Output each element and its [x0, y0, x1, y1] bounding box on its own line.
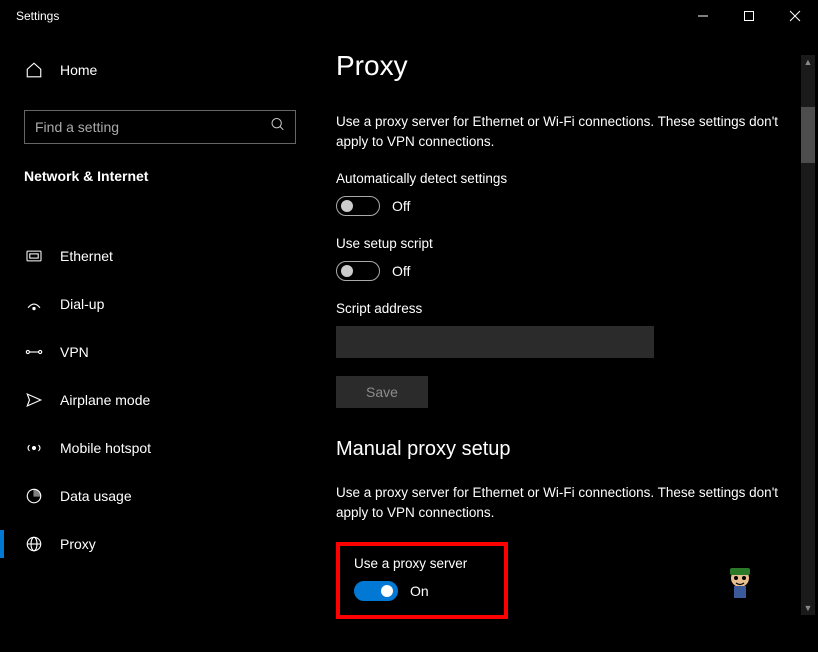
sidebar: Home Network & Internet Ethernet Dial-up [0, 32, 320, 652]
sidebar-item-label: Proxy [60, 536, 96, 552]
use-proxy-state: On [410, 583, 429, 599]
auto-detect-label: Automatically detect settings [336, 171, 784, 186]
auto-detect-state: Off [392, 198, 410, 214]
search-icon [270, 117, 286, 138]
sidebar-item-label: Data usage [60, 488, 132, 504]
scrollbar[interactable]: ▲ ▼ [801, 55, 815, 615]
sidebar-item-proxy[interactable]: Proxy [0, 520, 320, 568]
proxy-icon [24, 534, 44, 554]
sidebar-item-vpn[interactable]: VPN [0, 328, 320, 376]
sidebar-item-dialup[interactable]: Dial-up [0, 280, 320, 328]
minimize-button[interactable] [680, 0, 726, 32]
highlight-annotation: Use a proxy server On [336, 542, 508, 619]
datausage-icon [24, 486, 44, 506]
sidebar-item-airplane[interactable]: Airplane mode [0, 376, 320, 424]
window-title: Settings [16, 9, 59, 23]
auto-detect-toggle[interactable] [336, 196, 380, 216]
manual-proxy-description: Use a proxy server for Ethernet or Wi-Fi… [336, 483, 784, 522]
maximize-button[interactable] [726, 0, 772, 32]
proxy-description: Use a proxy server for Ethernet or Wi-Fi… [336, 112, 784, 151]
page-title: Proxy [336, 50, 784, 82]
vpn-icon [24, 342, 44, 362]
airplane-icon [24, 390, 44, 410]
scroll-up-icon[interactable]: ▲ [801, 55, 815, 69]
sidebar-item-label: VPN [60, 344, 89, 360]
use-proxy-toggle[interactable] [354, 581, 398, 601]
content-area: Proxy Use a proxy server for Ethernet or… [320, 32, 818, 652]
window-controls [680, 0, 818, 32]
close-button[interactable] [772, 0, 818, 32]
ethernet-icon [24, 246, 44, 266]
scroll-down-icon[interactable]: ▼ [801, 601, 815, 615]
dialup-icon [24, 294, 44, 314]
sidebar-item-label: Mobile hotspot [60, 440, 151, 456]
scrollbar-thumb[interactable] [801, 107, 815, 163]
maximize-icon [743, 10, 755, 22]
save-button[interactable]: Save [336, 376, 428, 408]
script-address-label: Script address [336, 301, 784, 316]
manual-proxy-heading: Manual proxy setup [336, 438, 784, 461]
script-address-input[interactable] [336, 326, 654, 358]
sidebar-item-hotspot[interactable]: Mobile hotspot [0, 424, 320, 472]
sidebar-item-datausage[interactable]: Data usage [0, 472, 320, 520]
minimize-icon [697, 10, 709, 22]
sidebar-item-label: Airplane mode [60, 392, 150, 408]
search-container [24, 110, 296, 144]
sidebar-item-home[interactable]: Home [0, 48, 320, 92]
setup-script-label: Use setup script [336, 236, 784, 251]
home-icon [24, 60, 44, 80]
search-input[interactable] [24, 110, 296, 144]
home-label: Home [60, 62, 97, 78]
hotspot-icon [24, 438, 44, 458]
sidebar-item-ethernet[interactable]: Ethernet [0, 232, 320, 280]
setup-script-state: Off [392, 263, 410, 279]
close-icon [789, 10, 801, 22]
sidebar-item-label: Dial-up [60, 296, 104, 312]
setup-script-toggle[interactable] [336, 261, 380, 281]
sidebar-item-label: Ethernet [60, 248, 113, 264]
sidebar-section-label: Network & Internet [0, 168, 320, 184]
use-proxy-label: Use a proxy server [354, 556, 490, 571]
avatar [722, 564, 758, 600]
